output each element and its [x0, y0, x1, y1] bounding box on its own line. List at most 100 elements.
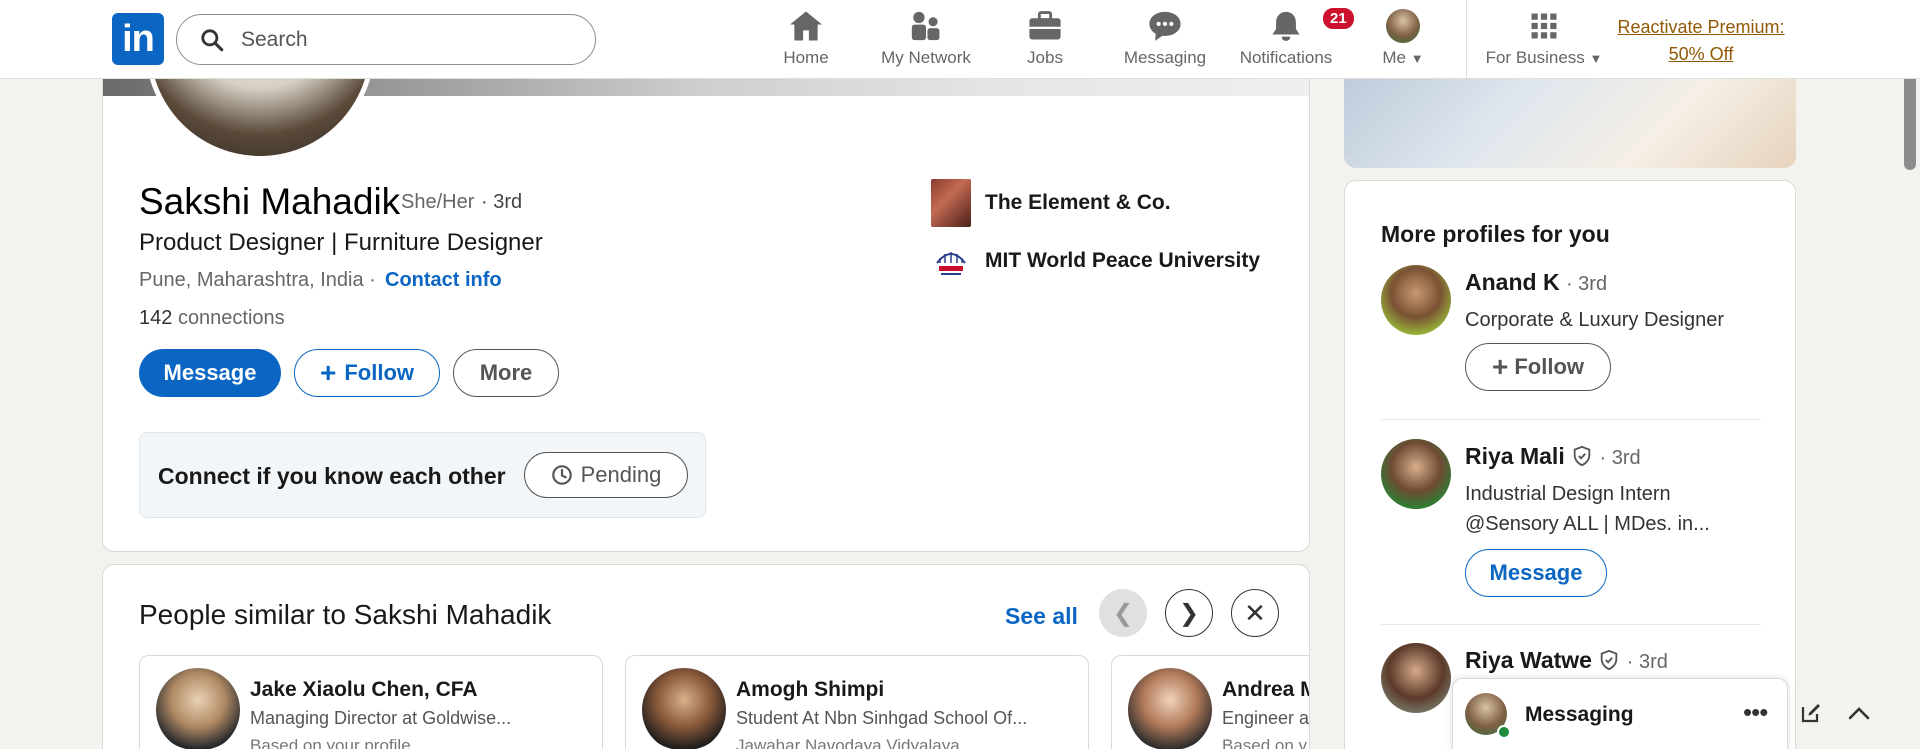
- people-similar-card: People similar to Sakshi Mahadik See all…: [102, 564, 1310, 749]
- nav-me[interactable]: Me ▼: [1378, 8, 1428, 72]
- bell-icon: [1272, 11, 1300, 41]
- verified-shield-icon: [1601, 649, 1618, 671]
- education-mit-wpu[interactable]: MIT World Peace University: [931, 241, 1260, 281]
- follow-button[interactable]: + Follow: [294, 349, 440, 397]
- profile-degree: · 3rd: [481, 191, 523, 213]
- similar-person-card[interactable]: Amogh Shimpi Student At Nbn Sinhgad Scho…: [625, 655, 1089, 749]
- education-label: MIT World Peace University: [985, 249, 1261, 272]
- message-button[interactable]: Message: [139, 349, 281, 397]
- chat-bubble-icon: [1149, 11, 1181, 41]
- people-icon: [911, 11, 940, 41]
- suggestion-headline: Corporate & Luxury Designer: [1465, 309, 1725, 331]
- experience-label: The Element & Co.: [985, 191, 1171, 214]
- profile-suggestion[interactable]: Riya Mali · 3rd Industrial Design Intern…: [1381, 439, 1761, 599]
- separator: [1381, 624, 1761, 625]
- notification-badge: 21: [1321, 6, 1356, 31]
- separator: [1381, 419, 1761, 420]
- similar-person-card[interactable]: Jake Xiaolu Chen, CFA Managing Director …: [139, 655, 603, 749]
- similar-person-name: Amogh Shimpi: [736, 678, 885, 701]
- nav-jobs-label: Jobs: [1027, 48, 1063, 67]
- plus-icon: +: [1491, 351, 1509, 382]
- linkedin-logo[interactable]: in: [112, 13, 164, 65]
- more-button[interactable]: More: [453, 349, 559, 397]
- messaging-overlay[interactable]: Messaging •••: [1452, 678, 1870, 749]
- messaging-label: Messaging: [1525, 703, 1634, 726]
- grid-icon: [1531, 13, 1557, 39]
- avatar: [1128, 668, 1212, 749]
- avatar: [1381, 265, 1451, 335]
- search-icon: [201, 28, 224, 51]
- nav-divider: [1466, 0, 1467, 79]
- more-options-icon[interactable]: •••: [1743, 697, 1768, 728]
- search-bar[interactable]: [176, 14, 596, 65]
- close-icon: ✕: [1244, 597, 1266, 628]
- connect-prompt-text: Connect if you know each other: [158, 463, 506, 489]
- carousel-prev-button[interactable]: ❮: [1099, 589, 1147, 637]
- similar-person-subtext: Jawahar Navodaya Vidyalaya: [736, 736, 960, 749]
- premium-line-1: Reactivate Premium:: [1617, 17, 1785, 37]
- nav-for-business-label: For Business ▼: [1485, 48, 1603, 67]
- more-profiles-card: More profiles for you Anand K · 3rd Corp…: [1344, 180, 1796, 749]
- home-icon: [790, 11, 822, 41]
- nav-me-label: Me ▼: [1382, 48, 1424, 67]
- pending-label: Pending: [580, 462, 662, 487]
- similar-title: People similar to Sakshi Mahadik: [139, 599, 552, 630]
- nav-messaging[interactable]: Messaging: [1120, 8, 1210, 72]
- avatar: [1381, 643, 1451, 713]
- profile-headline: Product Designer | Furniture Designer: [139, 229, 543, 256]
- suggestion-name: Riya Watwe · 3rd: [1465, 647, 1668, 673]
- see-all-link[interactable]: See all: [1005, 603, 1078, 630]
- nav-my-network[interactable]: My Network: [876, 8, 976, 72]
- nav-home-label: Home: [783, 48, 829, 67]
- avatar: [1386, 9, 1420, 43]
- similar-person-subtext: Based on your profile: [250, 736, 411, 749]
- similar-person-subtext: Based on y: [1222, 736, 1308, 749]
- search-input[interactable]: [241, 27, 581, 52]
- similar-person-card[interactable]: Andrea M Engineer a Based on y: [1111, 655, 1310, 749]
- nav-notifications-label: Notifications: [1239, 48, 1333, 67]
- similar-person-name: Andrea M: [1222, 678, 1310, 701]
- scrollbar-thumb[interactable]: [1904, 70, 1916, 170]
- similar-person-headline: Engineer a: [1222, 708, 1310, 728]
- profile-connections[interactable]: 142 connections: [139, 307, 285, 330]
- plus-icon: +: [319, 357, 337, 388]
- similar-person-headline: Managing Director at Goldwise...: [250, 708, 512, 728]
- more-profiles-title: More profiles for you: [1381, 221, 1610, 247]
- nav-home[interactable]: Home: [781, 8, 831, 72]
- profile-card: Sakshi Mahadik She/Her · 3rd Product Des…: [102, 40, 1310, 552]
- online-status-dot: [1497, 725, 1511, 739]
- similar-person-headline: Student At Nbn Sinhgad School Of...: [736, 708, 1028, 728]
- clock-icon: [551, 465, 572, 485]
- chevron-down-icon: ▼: [1589, 51, 1603, 66]
- profile-pronouns: She/Her: [401, 191, 475, 213]
- message-button[interactable]: Message: [1465, 549, 1607, 597]
- nav-jobs[interactable]: Jobs: [1025, 8, 1065, 72]
- connections-label: connections: [177, 307, 285, 329]
- carousel-next-button[interactable]: ❯: [1165, 589, 1213, 637]
- nav-for-business[interactable]: For Business ▼: [1484, 8, 1604, 72]
- dismiss-button[interactable]: ✕: [1231, 589, 1279, 637]
- compose-icon[interactable]: [1799, 701, 1823, 725]
- reactivate-premium-link[interactable]: Reactivate Premium: 50% Off: [1616, 14, 1786, 68]
- follow-label: Follow: [344, 360, 414, 385]
- suggestion-name: Anand K · 3rd: [1465, 269, 1608, 295]
- experience-element-co[interactable]: The Element & Co.: [931, 179, 1171, 227]
- contact-info-link[interactable]: Contact info: [385, 269, 502, 292]
- university-logo: [931, 241, 971, 281]
- nav-my-network-label: My Network: [881, 48, 971, 67]
- suggestion-name: Riya Mali · 3rd: [1465, 443, 1641, 469]
- suggestion-headline: Industrial Design Intern @Sensory ALL | …: [1465, 483, 1710, 535]
- avatar: [642, 668, 726, 749]
- profile-suggestion[interactable]: Anand K · 3rd Corporate & Luxury Designe…: [1381, 265, 1761, 395]
- follow-button[interactable]: + Follow: [1465, 343, 1611, 391]
- element-co-logo: [931, 179, 971, 227]
- top-navigation: in Home My Network Jobs Messaging 21 Not…: [0, 0, 1920, 79]
- nav-notifications[interactable]: 21 Notifications: [1236, 6, 1356, 72]
- profile-location: Pune, Maharashtra, India ·: [139, 269, 376, 291]
- avatar: [156, 668, 240, 749]
- chevron-up-icon[interactable]: [1847, 703, 1871, 723]
- chevron-left-icon: ❮: [1112, 599, 1134, 627]
- pending-button[interactable]: Pending: [524, 452, 688, 498]
- premium-line-2: 50% Off: [1668, 44, 1734, 64]
- chevron-down-icon: ▼: [1410, 51, 1424, 66]
